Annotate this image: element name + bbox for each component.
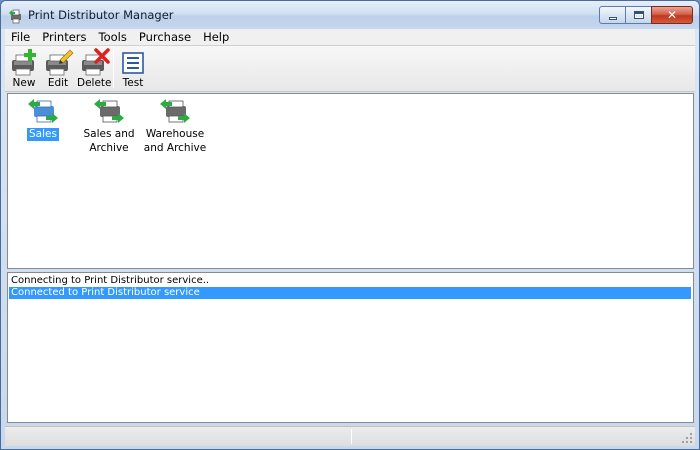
printer-item-sales-and-archive[interactable]: Sales and Archive xyxy=(74,96,144,155)
close-icon: ✕ xyxy=(666,8,678,22)
printer-item-sales[interactable]: Sales xyxy=(8,96,78,141)
minimize-icon xyxy=(608,16,617,20)
log-line-selected[interactable]: Connected to Print Distributor service xyxy=(9,287,691,299)
minimize-button[interactable] xyxy=(599,6,625,24)
maximize-button[interactable] xyxy=(625,6,651,24)
status-bar xyxy=(5,426,695,446)
log-line[interactable]: Connecting to Print Distributor service.… xyxy=(8,275,693,287)
edit-button-label: Edit xyxy=(47,77,69,89)
edit-button[interactable]: Edit xyxy=(42,48,74,90)
printer-distributor-icon xyxy=(160,99,190,123)
printer-label-sales-and-archive-line2: Archive xyxy=(89,142,129,154)
new-button-label: New xyxy=(12,77,36,89)
resize-grip-icon[interactable] xyxy=(681,432,693,444)
app-window: Print Distributor Manager ✕ File Printer… xyxy=(0,0,700,450)
menu-purchase[interactable]: Purchase xyxy=(133,30,197,44)
delete-button[interactable]: Delete xyxy=(77,48,112,90)
toolbar-separator xyxy=(113,50,114,88)
close-button[interactable]: ✕ xyxy=(651,6,693,24)
delete-button-label: Delete xyxy=(77,77,112,89)
delete-printer-icon xyxy=(82,48,110,76)
toolbar: New Edit Delete Test xyxy=(5,46,695,92)
printer-label-sales: Sales xyxy=(27,128,59,141)
printer-label-warehouse-and-archive-line2: and Archive xyxy=(143,142,207,154)
new-button[interactable]: New xyxy=(8,48,40,90)
maximize-icon xyxy=(633,11,644,19)
log-pane[interactable]: Connecting to Print Distributor service.… xyxy=(7,272,694,423)
printer-distributor-icon xyxy=(94,99,124,123)
menu-bar: File Printers Tools Purchase Help xyxy=(5,29,695,46)
status-bar-separator xyxy=(351,429,352,444)
test-button[interactable]: Test xyxy=(119,48,147,90)
menu-tools[interactable]: Tools xyxy=(93,30,133,44)
menu-file[interactable]: File xyxy=(5,30,36,44)
menu-help[interactable]: Help xyxy=(197,30,235,44)
printer-list-pane[interactable]: Sales Sales and Archive Warehouse and Ar… xyxy=(7,93,694,269)
caption-buttons: ✕ xyxy=(599,6,693,24)
edit-printer-icon xyxy=(46,49,74,76)
title-bar[interactable]: Print Distributor Manager ✕ xyxy=(1,1,699,29)
window-title: Print Distributor Manager xyxy=(28,8,174,22)
new-printer-icon xyxy=(12,49,36,76)
app-printer-icon xyxy=(8,8,24,24)
printer-label-warehouse-and-archive-line1: Warehouse xyxy=(145,128,205,140)
printer-distributor-icon xyxy=(28,99,58,123)
test-button-label: Test xyxy=(122,77,144,89)
printer-label-sales-and-archive-line1: Sales and xyxy=(83,128,135,140)
printer-item-warehouse-and-archive[interactable]: Warehouse and Archive xyxy=(139,96,211,155)
menu-printers[interactable]: Printers xyxy=(36,30,92,44)
test-list-icon xyxy=(122,52,144,74)
